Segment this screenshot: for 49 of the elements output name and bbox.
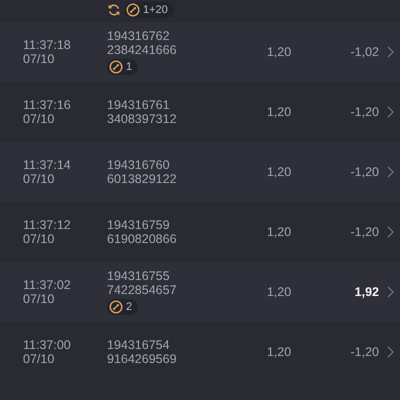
stake-amount: 1,20 [266,165,292,179]
round-id: 194316754 [107,338,170,352]
result-amount: -1,20 [350,105,379,119]
result-amount: 1,92 [354,285,379,299]
time-text: 11:37:00 [23,338,72,352]
round-id: 194316755 [107,269,170,283]
date-text: 07/10 [23,172,56,186]
stake-amount: 1,20 [266,225,292,239]
bonus-badge: 1+20 [124,2,174,18]
round-id: 194316760 [107,158,170,172]
date-text: 07/10 [23,232,56,246]
stake-amount: 1,20 [266,45,292,59]
result-amount: -1,20 [350,225,379,239]
chevron-right-icon[interactable] [387,106,394,118]
date-text: 07/10 [23,352,56,366]
result-amount: -1,20 [350,345,379,359]
time-text: 11:37:12 [23,218,72,232]
time-text: 11:37:02 [23,278,72,292]
bonus-badge: 2 [107,299,138,315]
chevron-right-icon[interactable] [387,286,394,298]
list-row[interactable]: 11:37:18 07/10 194316762 2384241666 1 1,20 -1,02 [0,22,400,82]
stake-amount: 1,20 [266,285,292,299]
ticket-id: 6013829122 [107,172,177,186]
chevron-right-icon[interactable] [387,166,394,178]
ticket-id: 3408397312 [107,112,177,126]
refresh-icon [107,3,121,17]
chevron-right-icon[interactable] [387,346,394,358]
result-amount: -1,20 [350,165,379,179]
round-id: 194316759 [107,218,170,232]
ticket-id: 7422854657 [107,283,177,297]
result-amount: -1,02 [350,45,379,59]
ticket-id: 2384241666 [107,43,177,57]
ticket-id: 6190820866 [107,232,177,246]
stake-amount: 1,20 [266,105,292,119]
chevron-right-icon[interactable] [387,226,394,238]
list-row[interactable]: 11:37:14 07/10 194316760 6013829122 1,20 -1,20 [0,142,400,202]
list-row[interactable]: 11:37:02 07/10 194316755 7422854657 2 1,20 1,92 [0,262,400,322]
date-text: 07/10 [23,292,56,306]
chevron-right-icon[interactable] [387,46,394,58]
ticket-id: 9164269569 [107,352,177,366]
round-id: 194316762 [107,29,170,43]
date-text: 07/10 [23,52,56,66]
stake-amount: 1,20 [266,345,292,359]
bonus-badge: 1 [107,59,138,75]
date-text: 07/10 [23,112,56,126]
time-text: 11:37:16 [23,98,72,112]
time-text: 11:37:18 [23,38,72,52]
time-text: 11:37:14 [23,158,72,172]
round-id: 194316761 [107,98,170,112]
